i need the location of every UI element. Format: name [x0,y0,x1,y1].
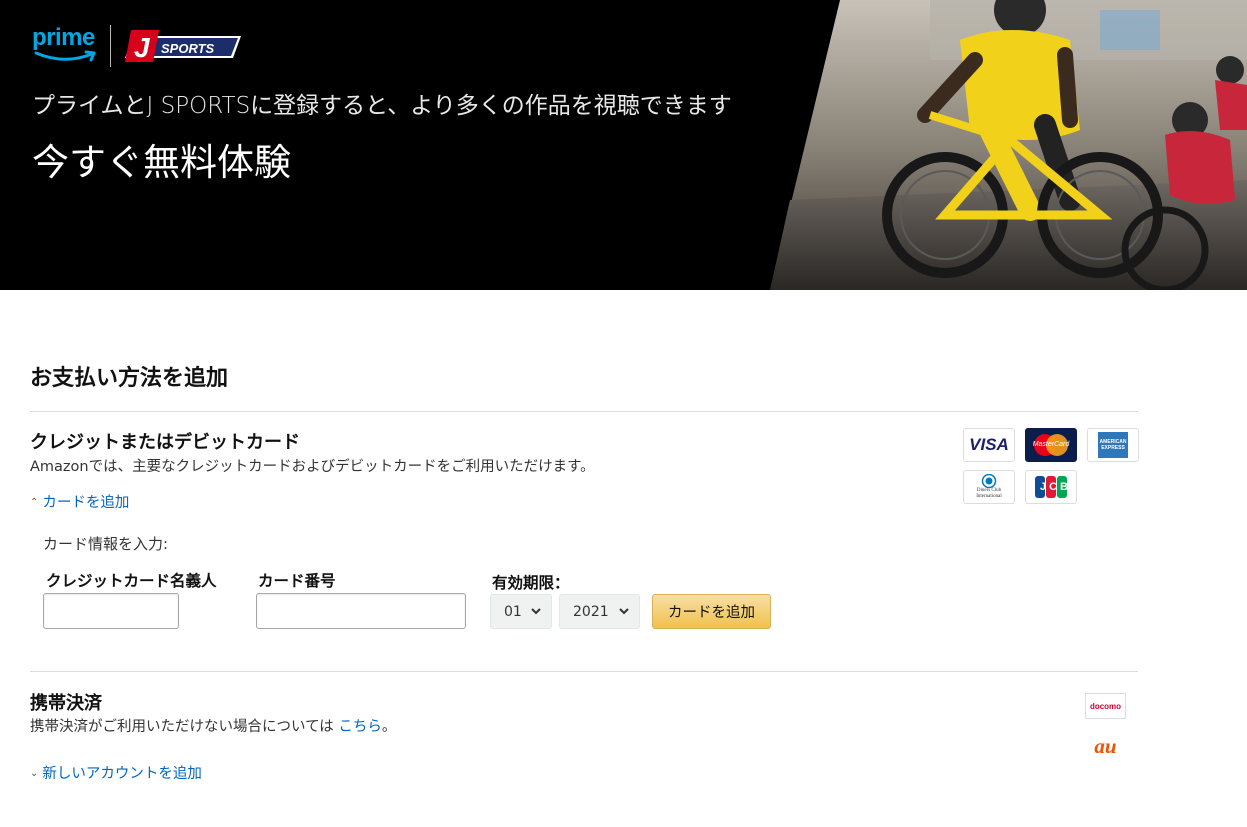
jsports-logo-icon: J SPORTS [125,30,241,63]
chevron-down-icon: ⌄ [30,768,39,779]
diners-circle-icon [981,474,997,488]
au-logo-text: au [1094,734,1117,758]
chevron-down-icon [531,608,541,615]
prime-logo: prime [32,24,100,68]
hero-title: 今すぐ無料体験 [32,141,291,184]
jcb-logo: JCB [1025,470,1077,504]
cyclist-photo [770,0,1247,290]
add-card-toggle[interactable]: ⌃ カードを追加 [30,491,129,512]
visa-logo: VISA [963,428,1015,462]
divider [30,671,1138,672]
card-number-label: カード番号 [258,572,336,590]
expiry-label: 有効期限： [492,574,570,592]
chevron-up-icon: ⌃ [30,497,39,508]
mobile-payment-description-suffix: 。 [381,719,397,735]
divider [30,411,1138,412]
add-card-link-label: カードを追加 [42,495,130,511]
au-logo: au [1085,734,1126,758]
card-number-input[interactable] [256,593,466,629]
logo-divider [110,25,111,67]
page-title: お支払い方法を追加 [30,366,229,391]
mastercard-logo: MasterCard [1025,428,1077,462]
add-card-button[interactable]: カードを追加 [652,594,771,629]
docomo-logo: docomo [1085,693,1126,719]
mobile-payment-description-text: 携帯決済がご利用いただけない場合については [30,719,334,735]
mastercard-logo-text: MasterCard [1032,441,1070,448]
diners-logo-text: Diners Club International [976,488,1002,499]
svg-text:SPORTS: SPORTS [161,41,215,56]
cardholder-name-input[interactable] [43,593,179,629]
expiry-year-select[interactable]: 2021 [559,594,640,629]
diners-logo: Diners Club International [963,470,1015,504]
docomo-logo-text: docomo [1089,701,1122,711]
hero-subtitle: プライムとJ SPORTSに登録すると、より多くの作品を視聴できます [32,93,732,119]
cardholder-name-label: クレジットカード名義人 [46,572,217,590]
amazon-smile-icon [34,50,96,62]
hero-banner: prime J SPORTS プライムとJ SPORTSに登録すると、より多くの… [0,0,1247,290]
visa-logo-text: VISA [969,435,1009,454]
chevron-down-icon [619,608,629,615]
hero-logos: prime J SPORTS [32,24,241,68]
add-account-link-label: 新しいアカウントを追加 [42,766,202,782]
add-account-toggle[interactable]: ⌄ 新しいアカウントを追加 [30,762,202,783]
expiry-month-value: 01 [504,603,522,620]
mobile-payment-help-link[interactable]: こちら [338,719,382,735]
card-form-intro: カード情報を入力: [43,535,169,553]
prime-logo-text: prime [32,24,95,51]
amex-box: AMERICAN EXPRESS [1098,432,1128,458]
jcb-logo-text: JCB [1040,481,1072,493]
svg-text:J: J [134,32,151,63]
expiry-year-value: 2021 [573,603,609,620]
amex-logo: AMERICAN EXPRESS [1087,428,1139,462]
mobile-payment-description: 携帯決済がご利用いただけない場合については こちら。 [30,715,396,736]
card-section-description: Amazonでは、主要なクレジットカードおよびデビットカードをご利用いただけます… [30,459,595,475]
jsports-logo: J SPORTS [123,28,241,64]
expiry-month-select[interactable]: 01 [490,594,552,629]
mobile-payment-heading: 携帯決済 [30,693,102,714]
amex-logo-text: AMERICAN EXPRESS [1099,439,1127,451]
card-section-heading: クレジットまたはデビットカード [30,432,300,453]
